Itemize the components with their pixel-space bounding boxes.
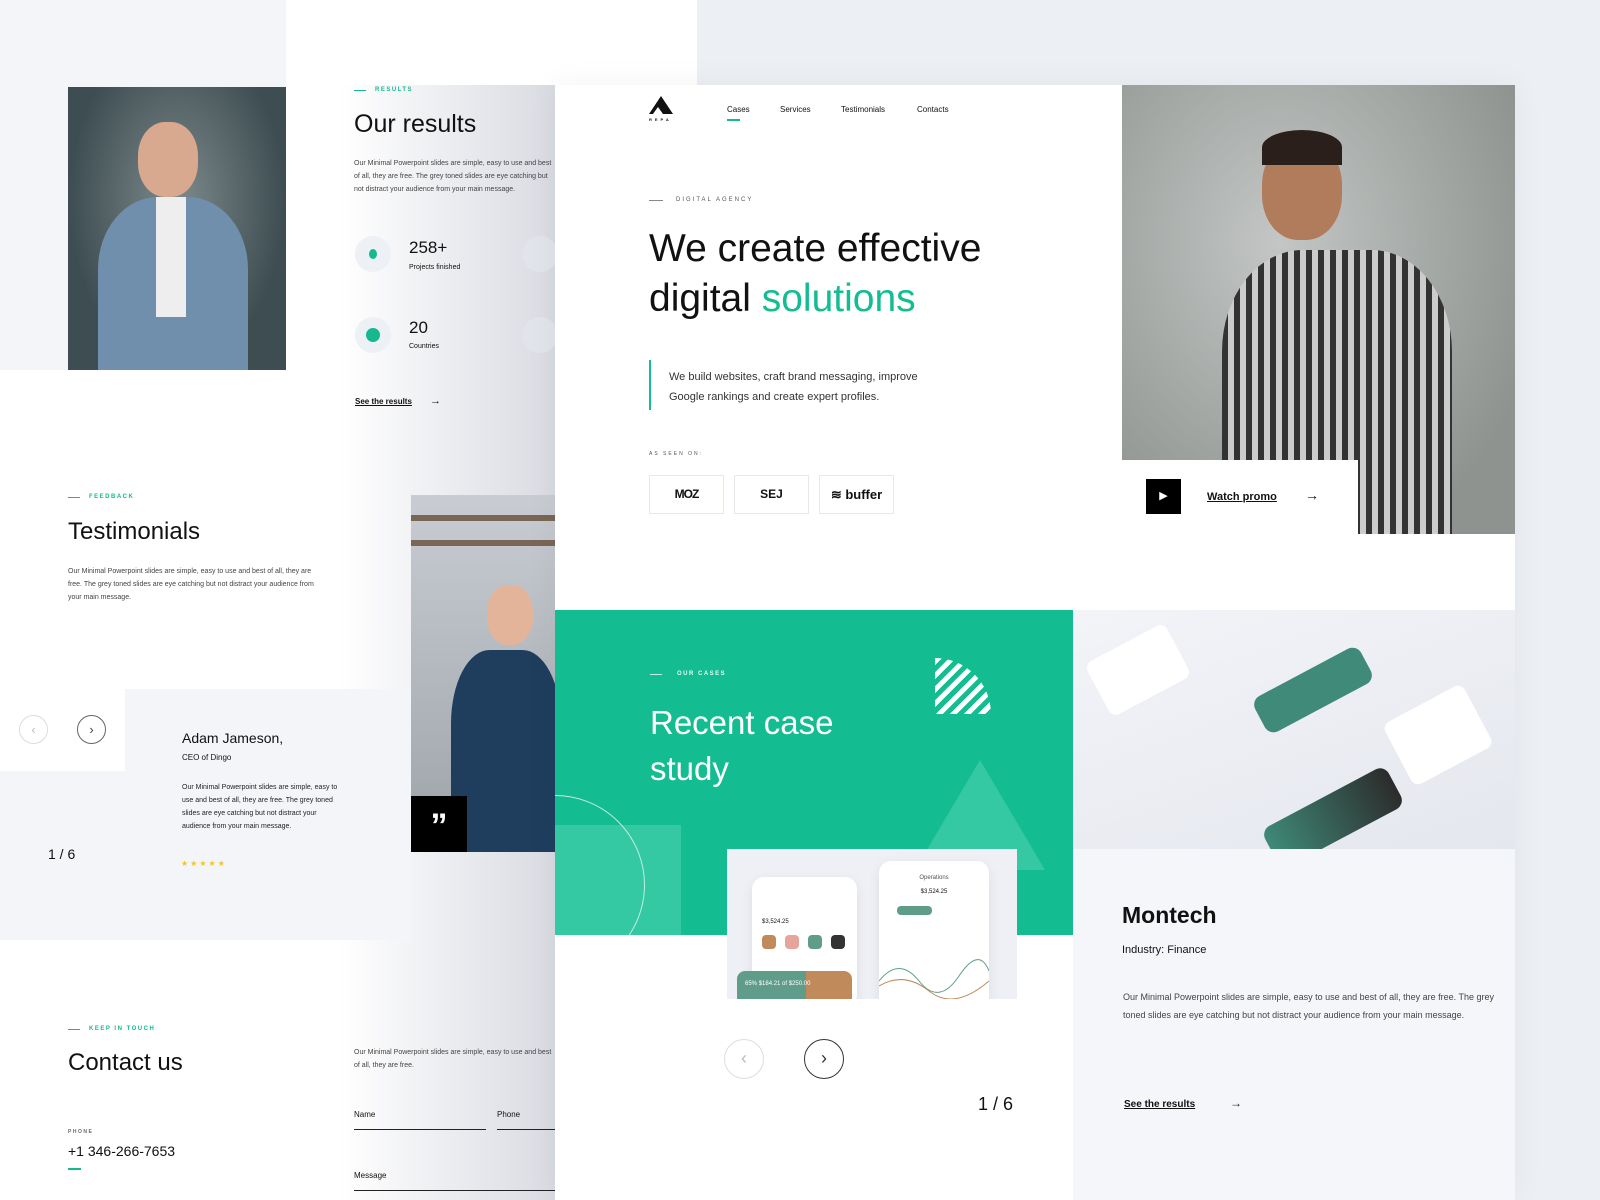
rating-stars: ★★★★★ bbox=[181, 859, 227, 868]
hero-text-line: We build websites, craft brand messaging… bbox=[669, 371, 918, 383]
nav-cases[interactable]: Cases bbox=[727, 105, 750, 114]
testimonials-title: Testimonials bbox=[68, 518, 201, 545]
message-field[interactable]: Message bbox=[354, 1171, 556, 1191]
hero-text-line: Google rankings and create expert profil… bbox=[669, 391, 880, 403]
contact-title: Contact us bbox=[68, 1049, 183, 1076]
cases-title-line: Recent case bbox=[650, 704, 834, 741]
phone-field[interactable]: Phone bbox=[497, 1110, 556, 1130]
case-see-results-link[interactable]: See the results bbox=[1124, 1099, 1195, 1110]
phone-underline bbox=[68, 1168, 81, 1170]
case-title: Montech bbox=[1122, 902, 1217, 928]
mockup-screen-title: Operations bbox=[919, 875, 949, 881]
stat-label: Projects finished bbox=[409, 264, 461, 271]
phone-label: Phone bbox=[68, 1129, 94, 1135]
stat-label: Countries bbox=[409, 343, 439, 350]
play-button[interactable]: ▶ bbox=[1146, 479, 1181, 514]
lightbulb-icon bbox=[355, 236, 391, 272]
repa-logo[interactable] bbox=[649, 96, 673, 114]
arrow-right-icon[interactable]: → bbox=[1305, 487, 1319, 503]
hero-dash bbox=[649, 200, 663, 201]
results-label: Results bbox=[375, 87, 414, 93]
testimonial-name: Adam Jameson, bbox=[182, 730, 284, 746]
nav-services[interactable]: Services bbox=[780, 105, 811, 114]
testimonial-quote: Our Minimal Powerpoint slides are simple… bbox=[182, 784, 338, 830]
results-title: Our results bbox=[354, 110, 477, 138]
stat-value: 258+ bbox=[409, 238, 448, 257]
buffer-icon: ≋ bbox=[830, 487, 846, 502]
quote-icon: ” bbox=[411, 796, 467, 852]
hero-title-line1: We create effective bbox=[649, 227, 982, 270]
results-photo bbox=[68, 87, 286, 370]
contact-label: Keep in touch bbox=[89, 1026, 156, 1032]
team-icon bbox=[522, 236, 558, 272]
hero-label: Digital agency bbox=[676, 197, 754, 203]
seen-on-label: As seen on: bbox=[649, 451, 703, 457]
testimonial-role: CEO of Dingo bbox=[182, 753, 232, 762]
contact-text: Our Minimal Powerpoint slides are simple… bbox=[354, 1049, 552, 1069]
mockup-balance: $3,524.25 bbox=[762, 919, 789, 925]
name-field[interactable]: Name bbox=[354, 1110, 486, 1130]
cases-title: Recent case study bbox=[650, 700, 833, 792]
hero-title-line2: digital solutions bbox=[649, 274, 981, 324]
hero-text-border bbox=[649, 360, 651, 410]
stripes-decoration bbox=[935, 658, 991, 714]
buffer-logo: ≋ buffer bbox=[819, 475, 894, 514]
cases-title-line: study bbox=[650, 750, 729, 787]
nav-contacts[interactable]: Contacts bbox=[917, 105, 949, 114]
hero-title-part: digital bbox=[649, 277, 762, 320]
see-results-link[interactable]: See the results bbox=[355, 397, 412, 406]
hero-text: We build websites, craft brand messaging… bbox=[669, 367, 918, 407]
arrow-right-icon[interactable]: → bbox=[1230, 1096, 1242, 1110]
testimonials-text: Our Minimal Powerpoint slides are simple… bbox=[68, 568, 314, 601]
sej-logo: SEJ bbox=[734, 475, 809, 514]
logo-text: REPA bbox=[649, 117, 672, 122]
prev-case-button[interactable]: ‹ bbox=[724, 1039, 764, 1079]
cases-pager: 1 / 6 bbox=[978, 1094, 1014, 1114]
moz-logo: MOZ bbox=[649, 475, 724, 514]
feedback-label: Feedback bbox=[89, 494, 135, 500]
recycle-icon bbox=[522, 317, 558, 353]
app-mockup: $3,524.25 65% $184.21 of $250.00 Operati… bbox=[727, 849, 1017, 999]
nav-active-indicator bbox=[727, 119, 740, 121]
cases-dash bbox=[650, 674, 662, 675]
contact-dash bbox=[68, 1029, 80, 1030]
mockup-total: $3,524.25 bbox=[920, 889, 948, 895]
hero-title-highlight: solutions bbox=[761, 277, 916, 320]
case-image bbox=[1073, 610, 1515, 849]
phone-number: +1 346-266-7653 bbox=[68, 1143, 176, 1159]
watch-promo-link[interactable]: Watch promo bbox=[1207, 491, 1277, 503]
testimonial-pager: 1 / 6 bbox=[48, 846, 76, 862]
next-case-button[interactable]: › bbox=[804, 1039, 844, 1079]
case-industry: Industry: Finance bbox=[1122, 944, 1207, 956]
next-testimonial-button[interactable]: › bbox=[77, 715, 106, 744]
prev-testimonial-button[interactable]: ‹ bbox=[19, 715, 48, 744]
buffer-text: buffer bbox=[845, 487, 883, 502]
hero-title: We create effective digital solutions bbox=[649, 224, 981, 324]
arrow-right-icon[interactable]: → bbox=[430, 395, 441, 407]
results-text: Our Minimal Powerpoint slides are simple… bbox=[354, 160, 552, 193]
case-text: Our Minimal Powerpoint slides are simple… bbox=[1123, 992, 1495, 1020]
stat-value: 20 bbox=[409, 318, 428, 337]
results-dash bbox=[354, 90, 366, 91]
globe-icon bbox=[355, 317, 391, 353]
mockup-percent: 65% bbox=[745, 981, 758, 987]
nav-testimonials[interactable]: Testimonials bbox=[841, 105, 885, 114]
mockup-daily: $184.21 of $250.00 bbox=[758, 981, 811, 987]
cases-label: Our cases bbox=[677, 671, 727, 677]
feedback-dash bbox=[68, 497, 80, 498]
